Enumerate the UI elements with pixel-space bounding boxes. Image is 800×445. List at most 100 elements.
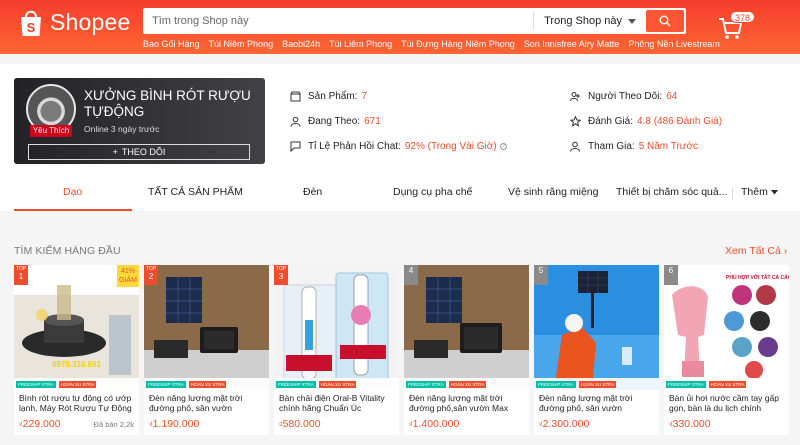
stat-value: 671 <box>364 116 381 127</box>
product-card[interactable]: 5 FREESHIP XTRA HOÀN XU XTRA Đèn năng lư… <box>534 265 659 435</box>
section-title: TÌM KIẾM HÀNG ĐẦU <box>14 245 121 257</box>
stat-following: Đang Theo: 671 <box>290 116 381 127</box>
top-rank-badge: 6 <box>664 265 678 285</box>
freeship-tag: FREESHIP XTRA <box>536 380 576 388</box>
promo-tags: FREESHIP XTRA HOÀN XU XTRA <box>404 378 529 390</box>
product-name: Đèn năng lượng mặt trời đường phố, sân v… <box>539 393 633 413</box>
product-card[interactable]: TOP 2 FREESHIP XTRA HOÀN XU XTRA Đèn năng… <box>144 265 269 435</box>
person-icon <box>290 116 301 127</box>
follow-button[interactable]: + THEO DÕI <box>28 144 250 160</box>
stat-value: 4.8 (486 Đánh Giá) <box>637 116 723 127</box>
tab-dao[interactable]: Dạo <box>63 186 82 198</box>
phone-overlay-text: 0978.316.891 <box>52 360 101 369</box>
tab-divider <box>732 187 733 200</box>
search-scope-dropdown[interactable]: Trong Shop này <box>533 12 646 30</box>
product-card[interactable]: TOP 3 FREESHIP XTRA HOÀN XU XTRA Bàn chải… <box>274 265 399 435</box>
caret-down-icon <box>770 190 778 195</box>
promo-tags: FREESHIP XTRA HOÀN XU XTRA <box>274 378 399 390</box>
stat-value: 64 <box>666 91 678 102</box>
product-image <box>534 265 659 390</box>
top-header: S Shopee Trong Shop này Bao Gối Hàng Túi… <box>0 0 800 54</box>
tab-thiet-bi-cham-soc[interactable]: Thiết bị chăm sóc quả... <box>616 186 727 198</box>
top-rank-badge: 5 <box>534 265 548 285</box>
product-image: PHÙ HỢP VỚI TẤT CẢ CÁC LOẠI VẢI <box>664 265 789 390</box>
stat-label: Sản Phẩm: <box>308 91 358 102</box>
see-all-label: Xem Tất Cả <box>725 245 781 257</box>
stat-value: 92% (Trong Vài Giờ) <box>404 141 497 152</box>
product-name: Bàn ủi hơi nước cầm tay gấp gọn, bàn là … <box>669 393 779 413</box>
follow-label: THEO DÕI <box>121 147 166 157</box>
stat-rating: Đánh Giá: 4.8 (486 Đánh Giá) <box>570 116 722 127</box>
product-price: ₫229.000 <box>19 418 61 430</box>
chevron-right-icon: › <box>783 245 788 257</box>
keyword-link[interactable]: Baobi24h <box>282 39 320 49</box>
cashback-tag: HOÀN XU XTRA <box>578 380 617 388</box>
shopee-logo[interactable]: S Shopee <box>18 8 131 36</box>
keyword-link[interactable]: Son Innisfree Airy Matte <box>524 39 620 49</box>
stat-value: 7 <box>361 91 368 102</box>
stat-label: Tỉ Lệ Phản Hồi Chat: <box>308 141 401 152</box>
top-rank-badge: TOP 2 <box>144 265 158 285</box>
product-card[interactable]: PHÙ HỢP VỚI TẤT CẢ CÁC LOẠI VẢI 6 FREESH… <box>664 265 789 435</box>
stat-joined: Tham Gia: 5 Năm Trước <box>570 141 698 152</box>
stat-followers: Người Theo Dõi: 64 <box>570 91 677 102</box>
product-card[interactable]: 4 FREESHIP XTRA HOÀN XU XTRA Đèn năng lư… <box>404 265 529 435</box>
active-tab-indicator <box>14 209 132 211</box>
see-all-link[interactable]: Xem Tất Cả › <box>725 245 787 257</box>
product-image <box>404 265 529 390</box>
tab-dung-cu-pha-che[interactable]: Dụng cụ pha chế <box>393 186 472 198</box>
product-image <box>144 265 269 390</box>
freeship-tag: FREESHIP XTRA <box>16 380 56 388</box>
product-name: Đèn năng lượng mặt trời đường phố, sân v… <box>149 393 243 413</box>
store-icon <box>290 91 301 102</box>
keyword-link[interactable]: Túi Đựng Hàng Niêm Phong <box>401 39 515 49</box>
sale-badge: 41% GIẢM <box>117 265 139 287</box>
promo-tags: FREESHIP XTRA HOÀN XU XTRA <box>534 378 659 390</box>
shop-name: XƯỞNG BÌNH RÓT RƯỢU TỰĐỘNG <box>84 88 251 119</box>
person-check-icon <box>570 141 580 152</box>
search-scope-label: Trong Shop này <box>544 15 622 27</box>
tab-more-label: Thêm <box>741 186 768 198</box>
shopee-bag-icon: S <box>18 8 44 36</box>
keyword-link[interactable]: Túi Liêm Phong <box>329 39 392 49</box>
keyword-link[interactable]: Bao Gối Hàng <box>143 39 200 49</box>
top-rank-badge: 4 <box>404 265 418 285</box>
search-button[interactable] <box>646 10 684 32</box>
tab-ve-sinh-rang-mieng[interactable]: Vệ sinh răng miệng <box>508 186 598 198</box>
help-icon[interactable]: ? <box>499 143 507 150</box>
product-price: ₫2.300.000 <box>539 418 590 430</box>
product-price: ₫1.400.000 <box>409 418 460 430</box>
stat-value: 5 Năm Trước <box>638 141 699 152</box>
keyword-link[interactable]: Phông Nền Livestream <box>628 39 720 49</box>
product-price: ₫330.000 <box>669 418 711 430</box>
svg-text:S: S <box>27 20 36 35</box>
keyword-link[interactable]: Túi Niêm Phong <box>209 39 274 49</box>
shop-online-status: Online 3 ngày trước <box>84 124 160 134</box>
product-name: Bàn chải điện Oral-B Vitality chính hãng… <box>279 393 385 413</box>
stat-label: Đang Theo: <box>308 116 361 127</box>
stat-label: Tham Gia: <box>588 141 635 152</box>
plus-icon: + <box>112 147 118 157</box>
stat-label: Người Theo Dõi: <box>588 91 663 102</box>
promo-tags: FREESHIP XTRA HOÀN XU XTRA <box>664 378 789 390</box>
freeship-tag: FREESHIP XTRA <box>276 380 316 388</box>
tab-more[interactable]: Thêm <box>741 186 778 198</box>
tab-den[interactable]: Đèn <box>303 186 322 198</box>
cashback-tag: HOÀN XU XTRA <box>448 380 487 388</box>
search-input[interactable] <box>143 10 534 32</box>
promo-tags: FREESHIP XTRA HOÀN XU XTRA <box>14 378 139 390</box>
stat-response-rate: Tỉ Lệ Phản Hồi Chat: 92% (Trong Vài Giờ)… <box>290 141 507 152</box>
product-price: ₫1.190.000 <box>149 418 200 430</box>
tab-all-products[interactable]: TẤT CẢ SẢN PHẨM <box>148 186 243 198</box>
overlay-text: PHÙ HỢP VỚI TẤT CẢ CÁC LOẠI VẢI <box>726 273 789 281</box>
product-name: Đèn năng lượng mặt trời đường phố,sân vư… <box>409 393 509 413</box>
freeship-tag: FREESHIP XTRA <box>406 380 446 388</box>
shop-tab-bar: Dạo TẤT CẢ SẢN PHẨM Đèn Dụng cụ pha chế … <box>0 176 800 211</box>
product-card[interactable]: 0978.316.891 TOP 1 41% GIẢM FREESHIP XTRA … <box>14 265 139 435</box>
top-rank-badge: TOP 1 <box>14 265 28 285</box>
hot-keywords: Bao Gối Hàng Túi Niêm Phong Baobi24h Túi… <box>143 39 720 49</box>
promo-tags: FREESHIP XTRA HOÀN XU XTRA <box>144 378 269 390</box>
logo-text: Shopee <box>50 8 131 35</box>
cashback-tag: HOÀN XU XTRA <box>318 380 357 388</box>
chat-icon <box>290 141 301 152</box>
